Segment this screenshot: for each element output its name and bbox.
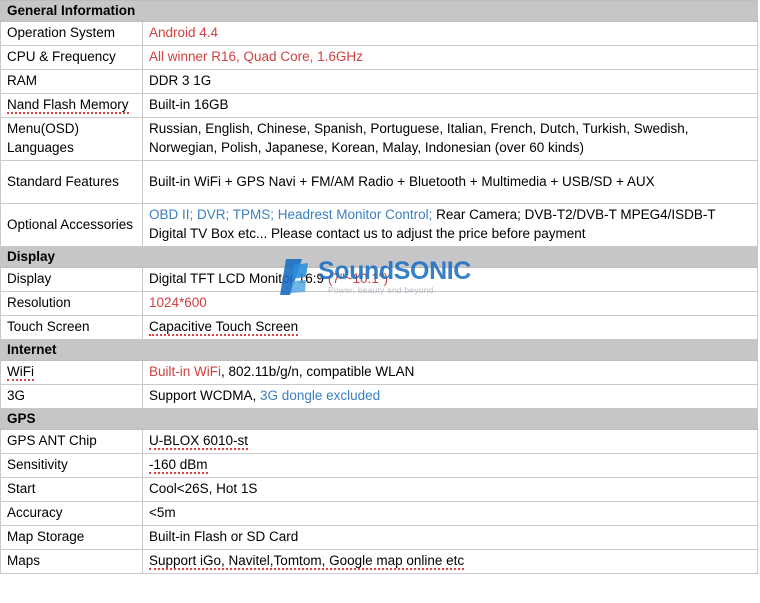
row-value: Built-in 16GB (142, 93, 758, 118)
table-row: Display Digital TFT LCD Monitor 16:9 (7"… (0, 267, 758, 292)
row-value-line2: Digital TV Box etc... Please contact us … (149, 226, 586, 241)
row-label: Optional Accessories (0, 203, 143, 247)
table-row: Map Storage Built-in Flash or SD Card (0, 525, 758, 550)
row-label: Nand Flash Memory (0, 93, 143, 118)
table-row: 3G Support WCDMA, 3G dongle excluded (0, 384, 758, 409)
row-label: Resolution (0, 291, 143, 316)
row-value: Digital TFT LCD Monitor 16:9 (7"~10.1") (142, 267, 758, 292)
row-label: GPS ANT Chip (0, 429, 143, 454)
table-row: Sensitivity -160 dBm (0, 453, 758, 478)
optional-accessories-blue: OBD II; DVR; TPMS; Headrest Monitor Cont… (149, 207, 433, 223)
row-label-line2: Languages (7, 140, 74, 155)
row-value: Android 4.4 (142, 21, 758, 46)
section-title: Internet (0, 339, 758, 361)
row-label-line1: Menu(OSD) (7, 121, 80, 137)
section-title: General Information (0, 0, 758, 22)
table-row: WiFi Built-in WiFi, 802.11b/g/n, compati… (0, 360, 758, 385)
row-value-line1: Russian, English, Chinese, Spanish, Port… (149, 121, 689, 137)
row-value: <5m (142, 501, 758, 526)
table-row: Touch Screen Capacitive Touch Screen (0, 315, 758, 340)
row-value: Russian, English, Chinese, Spanish, Port… (142, 117, 758, 161)
row-label: Sensitivity (0, 453, 143, 478)
section-title: Display (0, 246, 758, 268)
row-value-text: Capacitive Touch Screen (149, 319, 299, 337)
row-label: RAM (0, 69, 143, 94)
row-value: All winner R16, Quad Core, 1.6GHz (142, 45, 758, 70)
section-title: GPS (0, 408, 758, 430)
row-value: U-BLOX 6010-st (142, 429, 758, 454)
row-label: Touch Screen (0, 315, 143, 340)
table-row-standard-features: Standard Features Built-in WiFi + GPS Na… (0, 160, 758, 204)
table-row: RAM DDR 3 1G (0, 69, 758, 94)
row-value: Built-in WiFi + GPS Navi + FM/AM Radio +… (142, 160, 758, 204)
row-label: Maps (0, 549, 143, 574)
row-label-text: WiFi (7, 364, 34, 382)
optional-accessories-black: Rear Camera; DVB-T2/DVB-T MPEG4/ISDB-T (436, 207, 716, 223)
table-row-optional-accessories: Optional Accessories OBD II; DVR; TPMS; … (0, 203, 758, 247)
spec-sheet-page: General Information Operation System And… (0, 0, 760, 603)
row-label: Accuracy (0, 501, 143, 526)
row-value: Capacitive Touch Screen (142, 315, 758, 340)
table-row: Accuracy <5m (0, 501, 758, 526)
table-row: Maps Support iGo, Navitel,Tomtom, Google… (0, 549, 758, 574)
table-row: GPS ANT Chip U-BLOX 6010-st (0, 429, 758, 454)
row-value-text: Support iGo, Navitel,Tomtom, Google map … (149, 553, 465, 571)
table-row: Nand Flash Memory Built-in 16GB (0, 93, 758, 118)
row-label: Standard Features (0, 160, 143, 204)
table-row-languages: Menu(OSD) Languages Russian, English, Ch… (0, 117, 758, 161)
row-value-text: -160 dBm (149, 457, 208, 475)
row-label: Start (0, 477, 143, 502)
specification-table: General Information Operation System And… (0, 0, 758, 574)
row-label: Map Storage (0, 525, 143, 550)
row-value: Cool<26S, Hot 1S (142, 477, 758, 502)
row-value: OBD II; DVR; TPMS; Headrest Monitor Cont… (142, 203, 758, 247)
row-label: 3G (0, 384, 143, 409)
display-spec-red: (7"~10.1") (327, 271, 389, 287)
section-header-gps: GPS (0, 408, 758, 430)
row-value: Built-in WiFi, 802.11b/g/n, compatible W… (142, 360, 758, 385)
display-spec-black: Digital TFT LCD Monitor 16:9 (149, 271, 325, 287)
row-value: Built-in Flash or SD Card (142, 525, 758, 550)
table-row: Start Cool<26S, Hot 1S (0, 477, 758, 502)
section-header-display: Display (0, 246, 758, 268)
row-value: -160 dBm (142, 453, 758, 478)
row-value-text: U-BLOX 6010-st (149, 433, 249, 451)
row-label: WiFi (0, 360, 143, 385)
row-label: Menu(OSD) Languages (0, 117, 143, 161)
threeg-spec-black: Support WCDMA, (149, 388, 257, 404)
threeg-spec-blue: 3G dongle excluded (260, 388, 381, 404)
row-value: Support iGo, Navitel,Tomtom, Google map … (142, 549, 758, 574)
row-label-text: Nand Flash Memory (7, 97, 129, 115)
table-row: Resolution 1024*600 (0, 291, 758, 316)
section-header-internet: Internet (0, 339, 758, 361)
row-value-line1: OBD II; DVR; TPMS; Headrest Monitor Cont… (149, 206, 751, 225)
row-value: DDR 3 1G (142, 69, 758, 94)
row-label: Display (0, 267, 143, 292)
row-label: CPU & Frequency (0, 45, 143, 70)
section-header-general-information: General Information (0, 0, 758, 22)
row-value: 1024*600 (142, 291, 758, 316)
table-row: Operation System Android 4.4 (0, 21, 758, 46)
row-value-line2: Norwegian, Polish, Japanese, Korean, Mal… (149, 140, 584, 155)
wifi-spec-red: Built-in WiFi (149, 364, 222, 380)
row-label: Operation System (0, 21, 143, 46)
wifi-spec-black: , 802.11b/g/n, compatible WLAN (221, 364, 415, 380)
table-row: CPU & Frequency All winner R16, Quad Cor… (0, 45, 758, 70)
row-value: Support WCDMA, 3G dongle excluded (142, 384, 758, 409)
